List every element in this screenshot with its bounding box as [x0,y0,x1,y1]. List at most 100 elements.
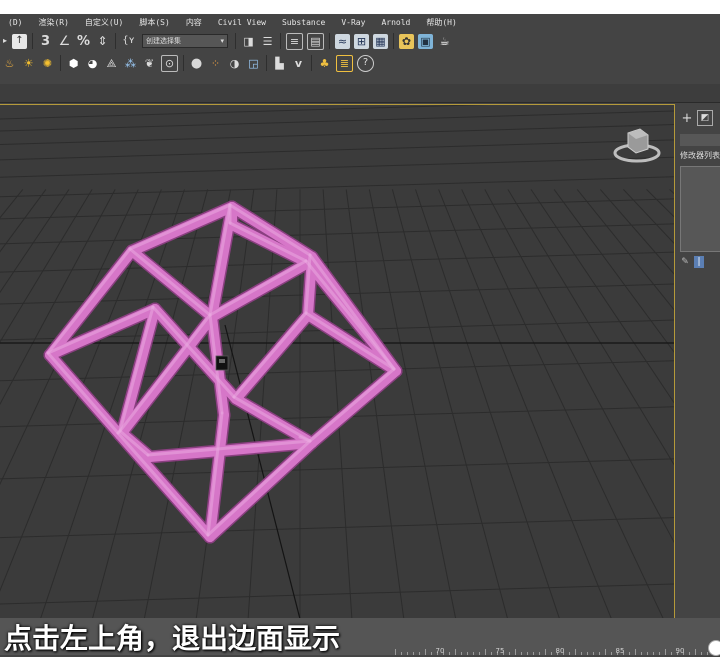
proxy-icon[interactable]: ⁂ [123,56,138,71]
grid-line [0,176,674,198]
vfb-icon[interactable]: ▙ [272,56,287,71]
main-toolbar: ▸ ↑ 3 ∠ % ⇕ {ʏ 创建选择集 ▾ ◨ ☰ ≡ ▤ ≈ ⊞ ▦ ✿ ▣… [0,30,720,52]
timeline-tick-label: 80 [555,647,565,655]
cube-edge [231,310,313,404]
snap-3d-icon[interactable]: 3 [38,34,53,49]
toolbar-separator [32,33,33,49]
grid-line [0,517,674,539]
timeline-tick [425,649,426,655]
show-end-result-icon[interactable]: | [694,256,704,268]
modifier-list-label[interactable]: 修改器列表 [680,150,720,161]
plane-icon[interactable]: ⟁ [104,56,119,71]
secondary-toolbar: ♨ ☀ ✺ ⬢ ◕ ⟁ ⁂ ❦ ⊙ ● ⁘ ◑ ◲ ▙ v ♣ ≣ ? [0,52,720,74]
viewport-scene [0,105,674,619]
menu-item-customize[interactable]: 自定义(U) [77,17,131,28]
cube-edge [232,311,308,399]
menu-item-vray[interactable]: V-Ray [333,18,373,27]
grid-line [0,198,674,220]
spinner-snap-icon[interactable]: ⇕ [95,34,110,49]
document-icon[interactable]: ≣ [336,54,353,72]
material-map-icon[interactable]: ◑ [227,56,242,71]
menu-bar: (D) 渲染(R) 自定义(U) 脚本(S) 内容 Civil View Sub… [0,14,720,30]
cube-edge [308,367,396,443]
modifier-stack[interactable] [680,166,720,252]
toolbar-separator [393,33,394,49]
scene-explorer-icon[interactable]: ▤ [307,32,324,50]
geometry-icon[interactable]: ⬢ [66,56,81,71]
command-panel: + ◩ 修改器列表 ✎ | [676,104,720,618]
curve-editor-icon[interactable]: ≈ [335,33,350,49]
menu-item-content[interactable]: 内容 [178,17,210,28]
schematic-view-icon[interactable]: ▦ [373,33,388,49]
menu-item-rendering[interactable]: 渲染(R) [30,17,76,28]
object-name-field[interactable] [680,134,720,146]
material-browser-icon[interactable]: ◲ [246,56,261,71]
modify-tab-icon[interactable]: ◩ [697,110,713,126]
ground-grid [0,105,674,619]
tree-icon[interactable]: ♣ [317,56,332,71]
timeline-tick [575,649,576,655]
grid-line [368,189,457,619]
menu-item-civil-view[interactable]: Civil View [210,18,274,27]
grid-line [0,189,47,253]
menu-item-substance[interactable]: Substance [274,18,333,27]
viewcube-icon[interactable] [613,128,661,163]
corner-circle-button[interactable] [708,640,720,656]
create-tab-plus-icon[interactable]: + [680,111,694,126]
command-panel-tabs: + ◩ [676,104,720,132]
timeline-tick [665,649,666,655]
material-sphere-icon[interactable]: ● [189,56,204,71]
menu-item-help[interactable]: 帮助(H) [418,17,464,28]
light-icon[interactable]: ♨ [2,56,17,71]
upload-icon[interactable]: ↑ [12,33,27,49]
grid-line [669,189,674,195]
menu-item-arnold[interactable]: Arnold [373,18,418,27]
grid-line [646,189,674,218]
render-teapot-icon[interactable]: ☕ [437,34,452,49]
scene-icon[interactable]: ⊙ [161,54,178,72]
grid-line [0,458,674,480]
cube-edge [128,203,232,251]
rendered-frame-icon[interactable]: ▣ [418,33,433,49]
grid-line [0,189,24,219]
menu-item-d[interactable]: (D) [0,18,30,27]
percent-snap-icon[interactable]: % [76,34,91,49]
toolbar-separator [329,33,330,49]
sphere-icon[interactable]: ◕ [85,56,100,71]
perspective-viewport[interactable] [0,104,675,619]
timeline-tick-label: 85 [615,647,625,655]
sky-icon[interactable]: ✺ [40,56,55,71]
top-white-strip [0,0,720,14]
toolbar-separator [266,55,267,71]
align-icon[interactable]: ☰ [260,34,275,49]
edit-named-selection-icon[interactable]: {ʏ [121,34,136,49]
render-setup-icon[interactable]: ✿ [399,33,414,49]
help-icon[interactable]: ? [357,54,374,72]
menu-item-scripting[interactable]: 脚本(S) [131,17,177,28]
grid-line [0,189,139,486]
selection-set-label: 创建选择集 [146,37,181,45]
timeline-tick [605,649,606,655]
mirror-icon[interactable]: ◨ [241,34,256,49]
toolbar-separator [60,55,61,71]
video-subtitle: 点击左上角，退出边面显示 [4,621,341,655]
pin-stack-icon[interactable]: ✎ [680,256,690,268]
material-editor-icon[interactable]: ⁘ [208,56,223,71]
timeline-tick [635,649,636,655]
grid-line [0,251,674,273]
timeline-tick [455,649,456,655]
layer-manager-icon[interactable]: ≡ [286,32,303,50]
selection-set-dropdown[interactable]: 创建选择集 ▾ [142,34,228,48]
vray-logo-icon[interactable]: v [291,56,306,71]
toolbar-separator [311,55,312,71]
fur-icon[interactable]: ❦ [142,56,157,71]
timeline-tick-label: 70 [435,647,445,655]
dope-sheet-icon[interactable]: ⊞ [354,33,369,49]
grid-line [0,360,674,382]
cube-edge [46,351,120,435]
angle-snap-icon[interactable]: ∠ [57,34,72,49]
ribbon-strip [0,74,720,84]
dropdown-arrow-icon[interactable]: ▸ [2,34,8,49]
grid-line [0,105,489,120]
sun-icon[interactable]: ☀ [21,56,36,71]
